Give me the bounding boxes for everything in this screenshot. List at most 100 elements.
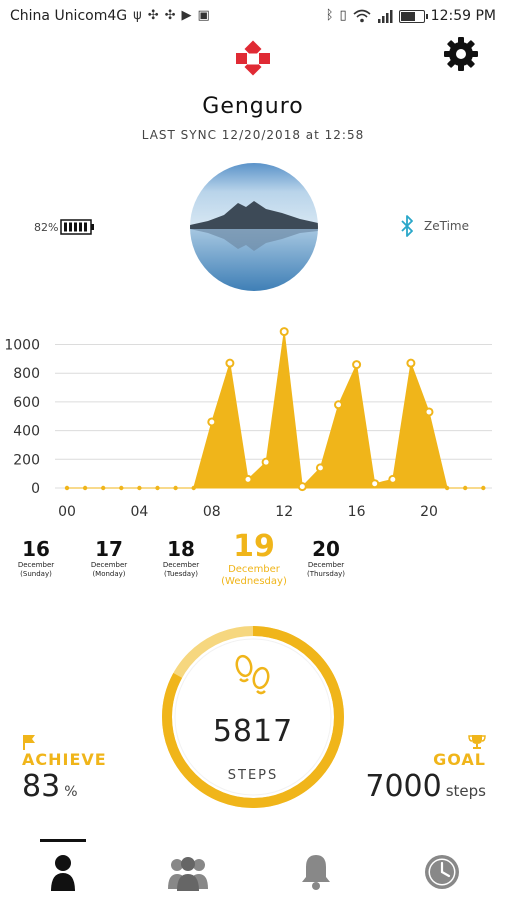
achieve-value: 83: [22, 769, 61, 804]
date-month: December: [307, 561, 345, 569]
vibrate-icon: ▯: [339, 8, 347, 23]
signal-icon: [377, 10, 393, 23]
date-item[interactable]: 20 December (Thursday): [296, 537, 356, 579]
date-day: 17: [95, 537, 123, 561]
x-tick-label: 08: [203, 504, 221, 520]
gear-icon[interactable]: [442, 35, 480, 73]
trophy-icon: [468, 735, 486, 749]
device-connection[interactable]: ZeTime: [400, 215, 469, 237]
username: Genguro: [202, 94, 304, 119]
sync-icon: ✣: [147, 8, 159, 23]
y-tick-label: 600: [13, 395, 40, 411]
x-tick-label: 20: [420, 504, 438, 520]
date-month: December: [162, 561, 200, 569]
date-item-selected[interactable]: 19 December (Wednesday): [214, 530, 294, 588]
data-point: [406, 358, 416, 368]
play-icon: ▶: [181, 8, 192, 23]
data-point: [297, 482, 307, 492]
watch-battery: 82%: [34, 219, 96, 235]
date-weekday: (Thursday): [306, 570, 345, 578]
date-item[interactable]: 16 December (Sunday): [6, 537, 66, 579]
data-point: [279, 327, 289, 337]
battery-percent: 82%: [34, 220, 59, 234]
data-point: [444, 485, 450, 491]
date-item[interactable]: 17 December (Monday): [79, 537, 139, 579]
date-day: 18: [167, 537, 195, 561]
nav-active-indicator: [40, 839, 86, 842]
y-tick-label: 0: [31, 481, 40, 497]
goal-label: GOAL: [433, 750, 486, 769]
last-sync-label: LAST SYNC 12/20/2018 at 12:58: [141, 128, 365, 142]
goal-panel[interactable]: GOAL 7000 steps: [365, 734, 486, 804]
avatar-image: [190, 163, 318, 291]
data-point: [424, 407, 434, 417]
data-point: [119, 485, 124, 491]
data-point: [261, 457, 271, 467]
bell-icon[interactable]: [292, 851, 340, 893]
data-point: [137, 485, 142, 491]
date-month: December: [228, 564, 280, 575]
bluetooth-icon: ᛒ: [325, 8, 334, 23]
data-point: [101, 485, 106, 491]
y-tick-label: 400: [13, 424, 40, 440]
footsteps-icon: [235, 654, 270, 695]
usb-icon: ψ: [133, 8, 142, 23]
data-point: [370, 479, 380, 489]
data-point: [64, 485, 70, 491]
data-point: [82, 485, 88, 491]
carrier-label: China Unicom4G: [10, 8, 128, 24]
date-month: December: [17, 561, 55, 569]
data-point: [388, 474, 398, 484]
data-point: [191, 485, 196, 491]
data-point: [334, 400, 343, 410]
status-time: 12:59 PM: [430, 8, 496, 24]
clock-icon[interactable]: [418, 851, 466, 893]
steps-area: [66, 331, 484, 489]
status-bar: China Unicom4G ψ ✣ ✣ ▶ ▣ ᛒ ▯ 12:59 PM: [0, 0, 506, 34]
battery-icon: [60, 219, 95, 235]
group-icon[interactable]: [164, 851, 212, 893]
goal-unit: steps: [445, 782, 486, 800]
data-point: [352, 360, 362, 370]
date-weekday: (Monday): [92, 570, 126, 578]
flag-icon: [23, 735, 35, 750]
achieve-label: ACHIEVE: [22, 750, 107, 769]
date-day: 16: [22, 537, 50, 561]
date-month: December: [90, 561, 128, 569]
data-point: [207, 417, 217, 427]
brand-logo: [236, 40, 270, 76]
x-tick-label: 12: [275, 504, 293, 520]
data-point: [243, 474, 253, 484]
data-point: [173, 485, 178, 491]
date-weekday: (Sunday): [20, 570, 52, 578]
goal-value: 7000: [365, 769, 442, 804]
y-tick-label: 800: [13, 366, 40, 382]
steps-label: STEPS: [227, 768, 279, 783]
hourly-steps-chart: 0 200 400 600 800 1000 00 04 08 12 16 20: [4, 327, 492, 520]
x-tick-label: 04: [130, 504, 148, 520]
x-tick-label: 16: [348, 504, 366, 520]
person-icon[interactable]: [39, 851, 87, 893]
bluetooth-icon: [401, 215, 413, 237]
y-tick-label: 1000: [4, 338, 40, 354]
data-point: [481, 485, 486, 491]
device-name: ZeTime: [424, 219, 469, 233]
date-day: 19: [233, 529, 275, 564]
achieve-panel: ACHIEVE 83%: [22, 734, 107, 804]
date-weekday: (Tuesday): [164, 570, 198, 578]
y-tick-label: 200: [13, 452, 40, 468]
data-point: [315, 463, 325, 473]
steps-count: 5817: [212, 714, 294, 749]
data-point: [155, 485, 160, 491]
date-weekday: (Wednesday): [221, 576, 287, 587]
data-point: [463, 485, 468, 491]
app-icon: ✣: [164, 8, 176, 23]
wifi-icon: [353, 9, 371, 23]
x-tick-label: 00: [58, 504, 76, 520]
battery-icon: [398, 9, 428, 23]
data-point: [225, 358, 235, 368]
date-item[interactable]: 18 December (Tuesday): [151, 537, 211, 579]
avatar[interactable]: [190, 163, 318, 291]
achieve-unit: %: [64, 784, 78, 800]
image-icon: ▣: [197, 8, 210, 23]
